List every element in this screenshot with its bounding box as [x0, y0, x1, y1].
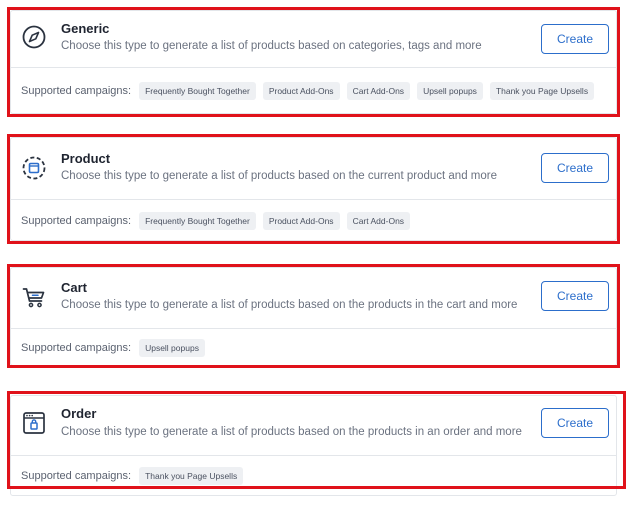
create-button[interactable]: Create — [541, 281, 609, 311]
create-button[interactable]: Create — [541, 153, 609, 183]
product-box-icon — [22, 156, 46, 180]
type-description: Choose this type to generate a list of p… — [61, 40, 482, 52]
type-card-header: Order Choose this type to generate a lis… — [11, 396, 616, 456]
type-card-header: Product Choose this type to generate a l… — [11, 138, 616, 200]
type-title: Order — [61, 406, 97, 421]
supported-campaigns-row: Supported campaigns: Frequently Bought T… — [11, 199, 616, 242]
create-button[interactable]: Create — [541, 24, 609, 54]
type-description: Choose this type to generate a list of p… — [61, 170, 497, 182]
campaign-chip: Cart Add-Ons — [346, 82, 411, 100]
campaign-chip: Product Add-Ons — [262, 82, 340, 100]
type-card-header: Cart Choose this type to generate a list… — [11, 268, 616, 329]
campaign-chip: Frequently Bought Together — [139, 211, 256, 230]
compass-icon — [22, 25, 46, 49]
supported-campaigns-label: Supported campaigns: — [21, 470, 132, 482]
order-window-icon — [23, 412, 45, 434]
type-card-cart: Cart Choose this type to generate a list… — [10, 267, 617, 366]
type-title: Product — [61, 151, 111, 166]
type-title: Cart — [61, 280, 88, 295]
campaign-chip: Product Add-Ons — [262, 211, 340, 230]
supported-campaigns-row: Supported campaigns: Upsell popups — [11, 328, 616, 367]
type-card-order: Order Choose this type to generate a lis… — [10, 395, 617, 496]
type-card-product: Product Choose this type to generate a l… — [10, 137, 617, 241]
supported-campaigns-label: Supported campaigns: — [21, 214, 132, 227]
campaign-chip: Upsell popups — [417, 82, 483, 100]
supported-campaigns-row: Supported campaigns: Frequently Bought T… — [11, 67, 616, 115]
create-button[interactable]: Create — [541, 408, 609, 438]
campaign-chip: Upsell popups — [139, 338, 205, 357]
type-card-generic: Generic Choose this type to generate a l… — [10, 10, 617, 114]
cart-icon — [22, 288, 45, 308]
campaign-chip: Cart Add-Ons — [346, 211, 411, 230]
type-card-header: Generic Choose this type to generate a l… — [11, 11, 616, 68]
type-description: Choose this type to generate a list of p… — [61, 426, 522, 438]
supported-campaigns-row: Supported campaigns: Thank you Page Upse… — [11, 455, 616, 497]
campaign-chip: Frequently Bought Together — [139, 82, 256, 100]
type-description: Choose this type to generate a list of p… — [61, 299, 518, 311]
supported-campaigns-label: Supported campaigns: — [21, 85, 132, 97]
campaign-chip: Thank you Page Upsells — [139, 467, 244, 485]
type-title: Generic — [61, 21, 110, 36]
campaign-chip: Thank you Page Upsells — [489, 82, 595, 100]
supported-campaigns-label: Supported campaigns: — [21, 341, 132, 354]
